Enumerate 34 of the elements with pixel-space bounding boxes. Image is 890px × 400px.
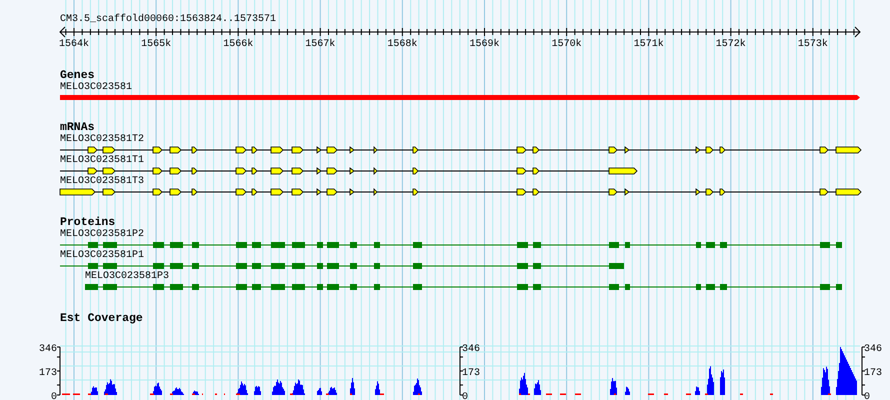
feature-name: MELO3C023581P2 (60, 229, 144, 241)
y-axis-label: 346 (38, 344, 57, 355)
y-axis (862, 346, 866, 396)
ruler-tick-label: 1566k (223, 39, 254, 50)
y-axis-label: 0 (50, 392, 57, 400)
y-axis-label: 346 (864, 344, 882, 355)
ruler-tick-label: 1567k (305, 39, 336, 50)
ruler-tick-label: 1568k (387, 39, 418, 50)
y-axis-label: 346 (462, 344, 480, 355)
ruler-tick-label: 1564k (59, 39, 89, 50)
ruler-tick-label: 1572k (716, 39, 746, 50)
ruler-tick-label: 1573k (798, 39, 828, 50)
track-title: mRNAs (60, 122, 95, 134)
track-title: Proteins (60, 217, 116, 229)
feature-name: MELO3C023581T2 (60, 134, 144, 146)
y-axis-label: 173 (864, 368, 882, 379)
track-title: Genes (60, 70, 95, 82)
y-axis-label: 0 (462, 392, 468, 400)
ruler-tick-label: 1570k (552, 39, 582, 50)
track-title: Est Coverage (60, 313, 143, 325)
feature-name: MELO3C023581 (60, 82, 132, 94)
y-axis (460, 346, 464, 396)
ruler-tick-label: 1565k (141, 39, 172, 50)
y-axis-label: 173 (38, 368, 57, 379)
y-axis (56, 346, 60, 396)
ruler-tick-label: 1571k (634, 39, 664, 50)
region-title: CM3.5_scaffold00060:1563824..1573571 (60, 14, 276, 26)
y-axis-label: 173 (462, 368, 480, 379)
feature-name: MELO3C023581T1 (60, 155, 144, 167)
ruler-tick-label: 1569k (470, 39, 500, 50)
feature-name: MELO3C023581P3 (85, 271, 170, 283)
feature-name: MELO3C023581P1 (60, 250, 144, 262)
y-axis-label: 0 (864, 392, 870, 400)
feature-name: MELO3C023581T3 (60, 176, 144, 188)
